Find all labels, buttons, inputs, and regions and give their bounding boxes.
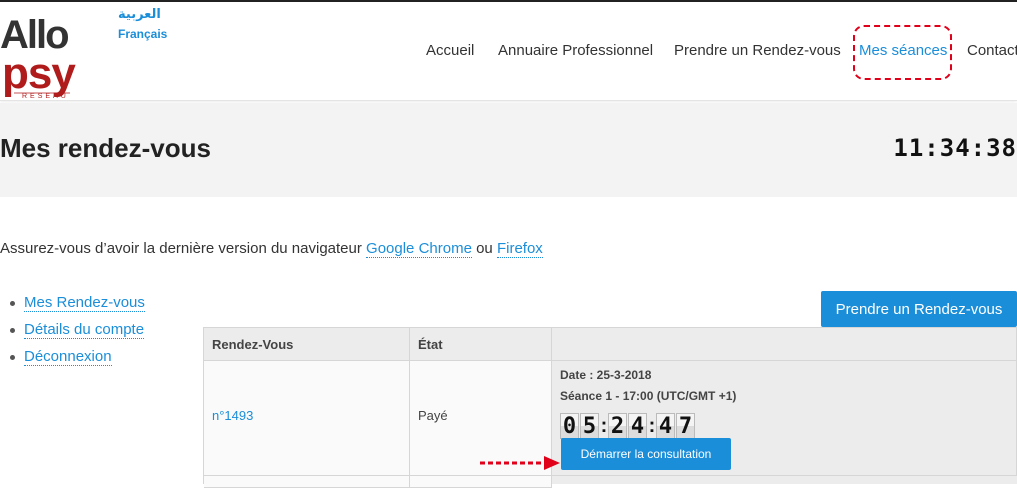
notice-or: ou xyxy=(471,240,497,257)
countdown-digit: 2 xyxy=(608,413,627,439)
start-consultation-button[interactable]: Démarrer la consultation xyxy=(561,438,731,470)
nav-highlight-annotation xyxy=(853,25,952,80)
nav-contact[interactable]: Contact xyxy=(967,42,1017,59)
svg-text:RESEAU: RESEAU xyxy=(22,93,69,100)
table-row-next xyxy=(410,476,552,488)
arrow-annotation-icon xyxy=(480,456,560,470)
menu-item-rendez-vous: Mes Rendez-vous xyxy=(10,294,145,321)
countdown-digit: 4 xyxy=(628,413,647,439)
new-appointment-button[interactable]: Prendre un Rendez-vous xyxy=(821,291,1017,327)
status-text: Payé xyxy=(418,408,448,423)
lang-french-link[interactable]: Français xyxy=(118,27,167,41)
lang-arabic-link[interactable]: العربية xyxy=(118,6,161,22)
clock: 11:34:38 xyxy=(893,134,1017,162)
countdown-separator: : xyxy=(600,414,608,437)
countdown-timer: 0 5 : 2 4 : 4 7 xyxy=(560,412,1008,440)
site-header: Allo psy RESEAU العربية Français Accueil… xyxy=(0,2,1017,101)
countdown-digit: 0 xyxy=(560,413,579,439)
countdown-separator: : xyxy=(648,414,656,437)
account-menu: Mes Rendez-vous Détails du compte Déconn… xyxy=(10,294,145,375)
menu-link-deconnexion[interactable]: Déconnexion xyxy=(24,348,112,366)
menu-link-compte[interactable]: Détails du compte xyxy=(24,321,145,339)
countdown-digit: 5 xyxy=(580,413,599,439)
nav-accueil[interactable]: Accueil xyxy=(426,42,474,59)
countdown-digit: 7 xyxy=(676,413,695,439)
header-actions xyxy=(552,328,1017,361)
appointment-date: Date : 25-3-2018 xyxy=(560,368,652,382)
page-title: Mes rendez-vous xyxy=(0,133,211,163)
header-etat: État xyxy=(410,328,552,361)
table-row-next xyxy=(204,476,410,488)
firefox-link[interactable]: Firefox xyxy=(496,240,543,258)
countdown-digit: 4 xyxy=(656,413,675,439)
chrome-link[interactable]: Google Chrome xyxy=(366,240,472,258)
table-row-id-cell: n°1493 xyxy=(204,361,410,476)
nav-annuaire[interactable]: Annuaire Professionnel xyxy=(498,42,653,59)
menu-item-deconnexion: Déconnexion xyxy=(10,348,145,375)
appointment-link[interactable]: n°1493 xyxy=(212,408,253,423)
browser-notice: Assurez-vous d’avoir la dernière version… xyxy=(0,240,543,258)
nav-prendre-rdv[interactable]: Prendre un Rendez-vous xyxy=(674,42,841,59)
menu-item-compte: Détails du compte xyxy=(10,321,145,348)
header-rendez-vous: Rendez-Vous xyxy=(204,328,410,361)
menu-link-rendez-vous[interactable]: Mes Rendez-vous xyxy=(24,294,145,312)
notice-text: Assurez-vous d’avoir la dernière version… xyxy=(0,240,367,257)
appointment-session: Séance 1 - 17:00 (UTC/GMT +1) xyxy=(560,389,737,403)
